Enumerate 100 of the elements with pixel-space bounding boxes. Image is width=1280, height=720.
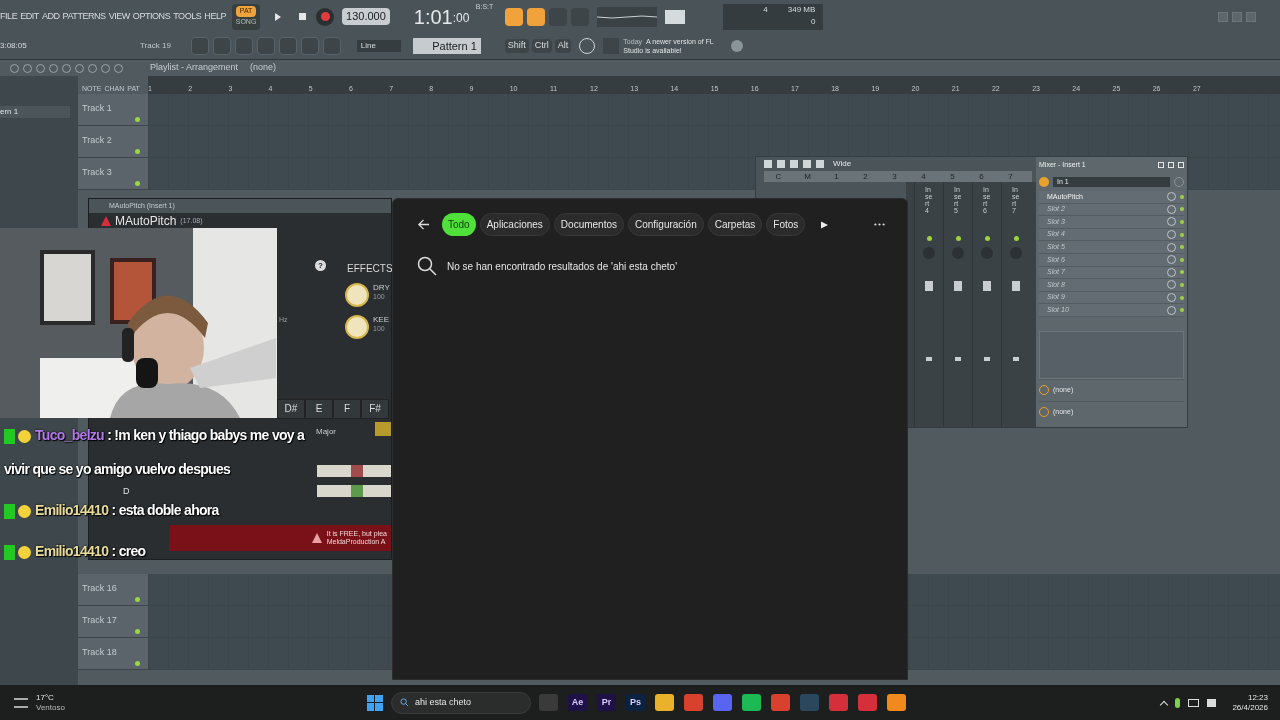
filter-tab[interactable]: Configuración [628,213,704,236]
record-button[interactable] [316,7,335,26]
filter-tab[interactable]: Todo [442,213,476,236]
led-icon[interactable] [1013,236,1019,241]
track-header[interactable]: Track 18 [78,638,148,669]
track-number: 2 [862,171,869,182]
scale-swatch [375,422,391,436]
track-label[interactable]: Track 3 [78,167,112,177]
menu-item[interactable]: TOOLS [173,9,202,24]
play-icon [274,12,283,21]
melda-logo-icon [101,216,111,226]
track-header[interactable]: Track 1 [78,94,148,125]
led-icon[interactable] [1180,257,1184,262]
app-icon[interactable] [712,694,732,711]
help-button[interactable]: ? [315,260,326,271]
filter-tab[interactable]: Aplicaciones [479,213,550,236]
playlist-title: Playlist - Arrangement [150,61,239,75]
app-icon[interactable]: Ps [625,694,645,711]
modifier-key[interactable]: Ctrl [531,39,552,53]
led-icon[interactable] [1180,232,1184,237]
moderator-badge-icon [4,428,15,444]
peak-meter [665,9,686,24]
track-header[interactable]: Track 16 [78,574,148,605]
note-key[interactable]: F# [361,399,389,419]
song-time-ticks: :00 [452,9,470,27]
track-number: 3 [891,171,898,182]
tempo-field[interactable]: 130.000 [342,8,390,25]
filter-tab[interactable]: Fotos [766,213,806,236]
scale-label: Major [316,426,336,438]
led-icon[interactable] [984,236,990,241]
note-key[interactable]: D# [277,399,305,419]
track-header[interactable]: Track 17 [78,606,148,637]
menu-item[interactable]: ADD [41,9,60,24]
app-icon[interactable]: Ae [567,694,587,711]
modifier-key[interactable]: Shift [504,39,529,53]
note-key[interactable]: F [333,399,361,419]
track-header[interactable]: Track 2 [78,126,148,157]
menu-item[interactable]: EDIT [20,9,39,24]
knob[interactable] [345,283,369,307]
input-icon[interactable] [1039,177,1049,187]
led-icon[interactable] [1180,282,1184,287]
app-icon[interactable] [886,694,906,711]
track-label[interactable]: Track 1 [78,103,112,113]
menu-item[interactable]: VIEW [108,9,130,24]
effects-heading: EFFECTS [347,262,393,276]
back-arrow-icon[interactable] [417,218,430,231]
led-icon[interactable] [926,236,932,241]
led-icon[interactable] [135,117,140,122]
led-icon[interactable] [1180,207,1184,212]
note-key[interactable]: E [305,399,333,419]
pattern-selector[interactable]: Pattern 1 [412,37,481,55]
track-label[interactable]: Track 2 [78,135,112,145]
memory-reading: 349 MB [787,3,816,16]
track-header[interactable]: Track 3 [78,158,148,189]
app-icon[interactable] [770,694,790,711]
track-number: C [774,171,783,182]
led-icon[interactable] [135,181,140,186]
more-icon[interactable] [874,223,885,226]
led-icon[interactable] [1180,270,1184,275]
led-icon[interactable] [1180,295,1184,300]
modifier-key[interactable]: Alt [554,39,572,53]
taskbar-search-field[interactable]: ahi esta cheto [390,691,531,714]
menu-item[interactable]: FILE [0,9,18,24]
play-icon[interactable] [821,220,829,229]
menu-item[interactable]: HELP [204,9,227,24]
track-number: M [803,171,812,182]
app-icon[interactable] [654,694,674,711]
led-icon[interactable] [135,597,140,602]
app-icon[interactable]: Pr [596,694,616,711]
led-icon[interactable] [955,236,961,241]
led-icon[interactable] [135,149,140,154]
led-icon[interactable] [1180,194,1184,199]
plugin-name: MAutoPitch [115,214,177,228]
start-icon[interactable] [366,694,383,711]
app-icon[interactable] [741,694,761,711]
waveform-monitor [597,6,658,27]
track-number: 4 [920,171,927,182]
track-label[interactable]: Track 17 [78,615,117,625]
menu-item[interactable]: OPTIONS [132,9,171,24]
track-label[interactable]: Track 18 [78,647,117,657]
mixer-preset[interactable]: Wide [833,158,852,170]
filter-tab[interactable]: Carpetas [707,213,763,236]
search-text: ahi esta cheto [414,695,471,709]
app-icon[interactable] [683,694,703,711]
song-time: 1:01 [413,6,453,27]
filter-tab[interactable]: Documentos [553,213,624,236]
search-icon [417,256,437,276]
led-icon[interactable] [135,629,140,634]
melda-logo-icon [310,533,323,543]
led-icon[interactable] [1180,245,1184,250]
led-icon[interactable] [1180,308,1184,313]
led-icon[interactable] [135,661,140,666]
snap-dropdown[interactable]: Line [356,40,401,53]
network-icon[interactable] [1188,698,1200,707]
menu-item[interactable]: PATTERNS [62,9,106,24]
track-label[interactable]: Track 16 [78,583,117,593]
chat-message: Emilio14410 : creo [4,534,146,568]
arrangement-pattern[interactable]: (none) [250,61,277,75]
pattern-list-item[interactable]: ern 1 [0,106,70,118]
knob[interactable] [345,315,369,339]
